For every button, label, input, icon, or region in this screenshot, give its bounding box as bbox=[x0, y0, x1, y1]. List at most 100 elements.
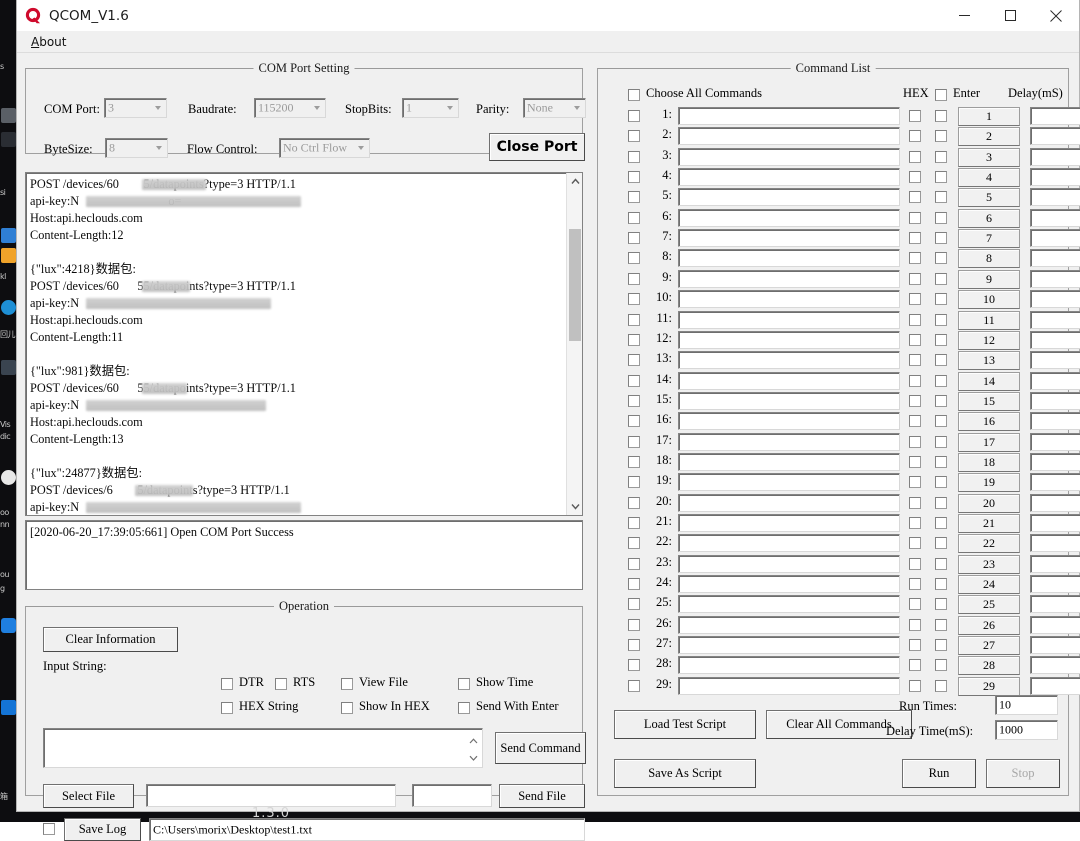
command-input[interactable] bbox=[678, 372, 900, 390]
command-input[interactable] bbox=[678, 514, 900, 532]
command-hex-checkbox[interactable] bbox=[909, 619, 921, 631]
close-icon[interactable] bbox=[1033, 0, 1079, 31]
command-send-button[interactable]: 16 bbox=[958, 412, 1020, 431]
command-delay-input[interactable] bbox=[1030, 127, 1080, 145]
command-enter-checkbox[interactable] bbox=[935, 680, 947, 692]
command-hex-checkbox[interactable] bbox=[909, 232, 921, 244]
command-delay-input[interactable] bbox=[1030, 351, 1080, 369]
desktop-icon[interactable] bbox=[1, 470, 16, 485]
run-times-input[interactable]: 10 bbox=[995, 695, 1058, 715]
command-delay-input[interactable] bbox=[1030, 188, 1080, 206]
command-input[interactable] bbox=[678, 636, 900, 654]
command-send-button[interactable]: 28 bbox=[958, 656, 1020, 675]
command-send-button[interactable]: 10 bbox=[958, 290, 1020, 309]
command-hex-checkbox[interactable] bbox=[909, 171, 921, 183]
command-input[interactable] bbox=[678, 677, 900, 695]
receive-scrollbar[interactable] bbox=[566, 173, 582, 515]
command-hex-checkbox[interactable] bbox=[909, 130, 921, 142]
command-delay-input[interactable] bbox=[1030, 555, 1080, 573]
command-enter-checkbox[interactable] bbox=[935, 334, 947, 346]
command-send-button[interactable]: 14 bbox=[958, 372, 1020, 391]
command-enter-checkbox[interactable] bbox=[935, 191, 947, 203]
command-enter-checkbox[interactable] bbox=[935, 130, 947, 142]
stopbits-select[interactable]: 1 bbox=[402, 98, 459, 118]
command-send-button[interactable]: 11 bbox=[958, 311, 1020, 330]
command-input[interactable] bbox=[678, 229, 900, 247]
command-send-button[interactable]: 9 bbox=[958, 270, 1020, 289]
command-hex-checkbox[interactable] bbox=[909, 436, 921, 448]
command-hex-checkbox[interactable] bbox=[909, 395, 921, 407]
chevron-down-icon[interactable] bbox=[442, 100, 457, 116]
command-input[interactable] bbox=[678, 148, 900, 166]
command-input[interactable] bbox=[678, 311, 900, 329]
command-send-button[interactable]: 1 bbox=[958, 107, 1020, 126]
command-send-button[interactable]: 23 bbox=[958, 555, 1020, 574]
command-delay-input[interactable] bbox=[1030, 270, 1080, 288]
command-send-button[interactable]: 12 bbox=[958, 331, 1020, 350]
command-delay-input[interactable] bbox=[1030, 229, 1080, 247]
command-enter-checkbox[interactable] bbox=[935, 517, 947, 529]
save-log-button[interactable]: Save Log bbox=[64, 818, 141, 841]
command-hex-checkbox[interactable] bbox=[909, 273, 921, 285]
command-input[interactable] bbox=[678, 656, 900, 674]
command-input[interactable] bbox=[678, 270, 900, 288]
command-enter-checkbox[interactable] bbox=[935, 639, 947, 651]
command-delay-input[interactable] bbox=[1030, 168, 1080, 186]
command-input[interactable] bbox=[678, 412, 900, 430]
command-input[interactable] bbox=[678, 616, 900, 634]
close-port-button[interactable]: Close Port bbox=[489, 133, 585, 161]
clear-information-button[interactable]: Clear Information bbox=[43, 627, 178, 652]
command-input[interactable] bbox=[678, 127, 900, 145]
command-input[interactable] bbox=[678, 331, 900, 349]
show-time-checkbox[interactable] bbox=[458, 678, 470, 690]
command-send-button[interactable]: 15 bbox=[958, 392, 1020, 411]
command-delay-input[interactable] bbox=[1030, 392, 1080, 410]
run-button[interactable]: Run bbox=[902, 759, 976, 788]
desktop-icon[interactable] bbox=[1, 132, 16, 147]
dtr-checkbox[interactable] bbox=[221, 678, 233, 690]
send-with-enter-checkbox[interactable] bbox=[458, 702, 470, 714]
command-hex-checkbox[interactable] bbox=[909, 252, 921, 264]
command-hex-checkbox[interactable] bbox=[909, 578, 921, 590]
desktop-icon[interactable] bbox=[1, 360, 16, 375]
command-send-button[interactable]: 8 bbox=[958, 249, 1020, 268]
chevron-down-icon[interactable] bbox=[569, 100, 584, 116]
command-input[interactable] bbox=[678, 433, 900, 451]
command-delay-input[interactable] bbox=[1030, 311, 1080, 329]
command-input[interactable] bbox=[678, 188, 900, 206]
command-enter-checkbox[interactable] bbox=[935, 212, 947, 224]
command-enter-checkbox[interactable] bbox=[935, 415, 947, 427]
maximize-icon[interactable] bbox=[987, 0, 1033, 31]
window-titlebar[interactable]: QCOM_V1.6 bbox=[17, 0, 1079, 31]
command-send-button[interactable]: 5 bbox=[958, 188, 1020, 207]
save-log-checkbox[interactable] bbox=[43, 823, 55, 835]
chevron-down-icon[interactable] bbox=[151, 140, 166, 156]
command-send-button[interactable]: 27 bbox=[958, 636, 1020, 655]
menu-item-about[interactable]: About bbox=[25, 35, 73, 49]
command-delay-input[interactable] bbox=[1030, 494, 1080, 512]
command-delay-input[interactable] bbox=[1030, 636, 1080, 654]
hex-string-checkbox[interactable] bbox=[221, 702, 233, 714]
command-send-button[interactable]: 21 bbox=[958, 514, 1020, 533]
command-hex-checkbox[interactable] bbox=[909, 314, 921, 326]
save-as-script-button[interactable]: Save As Script bbox=[614, 759, 756, 788]
command-hex-checkbox[interactable] bbox=[909, 659, 921, 671]
view-file-checkbox[interactable] bbox=[341, 678, 353, 690]
send-command-button[interactable]: Send Command bbox=[495, 732, 586, 764]
command-enter-checkbox[interactable] bbox=[935, 619, 947, 631]
parity-select[interactable]: None bbox=[523, 98, 586, 118]
desktop-icon[interactable] bbox=[1, 300, 16, 315]
command-input[interactable] bbox=[678, 392, 900, 410]
load-test-script-button[interactable]: Load Test Script bbox=[614, 710, 756, 739]
file-size-input[interactable] bbox=[412, 784, 492, 807]
command-hex-checkbox[interactable] bbox=[909, 558, 921, 570]
command-delay-input[interactable] bbox=[1030, 534, 1080, 552]
rts-checkbox[interactable] bbox=[275, 678, 287, 690]
command-input[interactable] bbox=[678, 473, 900, 491]
command-enter-checkbox[interactable] bbox=[935, 497, 947, 509]
command-input[interactable] bbox=[678, 555, 900, 573]
command-hex-checkbox[interactable] bbox=[909, 334, 921, 346]
command-send-button[interactable]: 18 bbox=[958, 453, 1020, 472]
desktop-icon[interactable] bbox=[1, 248, 16, 263]
file-path-input[interactable] bbox=[146, 784, 396, 807]
